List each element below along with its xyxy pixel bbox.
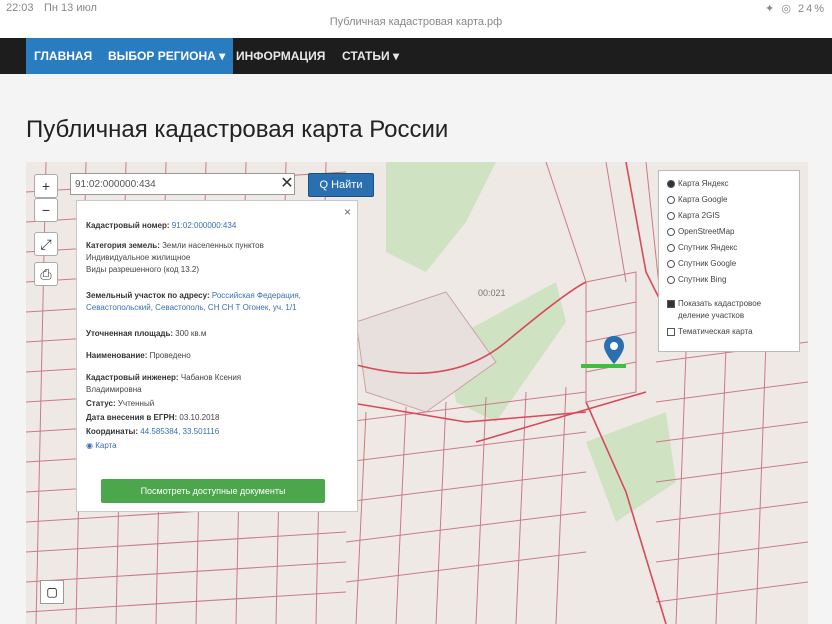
view-documents-button[interactable]: Посмотреть доступные документы [101, 479, 325, 503]
cadastral-value[interactable]: 91:02:000000:434 [172, 221, 237, 230]
layer-option[interactable]: Карта Яндекс [667, 179, 729, 193]
layer-switcher: Карта Яндекс Карта Google Карта 2GIS Ope… [658, 170, 800, 352]
owner-value: Проведено [149, 351, 191, 360]
print-icon[interactable]: ⎙ [34, 262, 58, 286]
zoom-out-button[interactable]: − [34, 198, 58, 222]
layer-option[interactable]: Спутник Яндекс [667, 243, 737, 257]
chevron-down-icon: ▾ [392, 49, 399, 63]
fullscreen-icon[interactable]: ▢ [40, 580, 64, 604]
green-area [586, 412, 676, 522]
nav-info[interactable]: ИНФОРМАЦИЯ [236, 38, 325, 74]
layer-option[interactable]: OpenStreetMap [667, 227, 734, 241]
layer-option[interactable]: Карта 2GIS [667, 211, 720, 225]
area-label: 00:021 [478, 288, 506, 298]
date-label: Дата внесения в ЕГРН: [86, 413, 178, 422]
checkbox-icon [667, 327, 675, 336]
status-date: Пн 13 июл [44, 2, 97, 14]
radio-icon [667, 179, 675, 188]
category-value-2: Индивидуальное жилищное [86, 253, 191, 262]
nav-home[interactable]: ГЛАВНАЯ [26, 38, 101, 74]
status-time: 22:03 [6, 2, 34, 14]
category-value: Земли населенных пунктов [162, 241, 264, 250]
map-pin-icon: ◉ [86, 441, 93, 450]
show-cadastral-label-2: деление участков [678, 311, 745, 320]
engineer-label: Кадастровый инженер: [86, 373, 179, 382]
engineer-value-2: Владимировна [86, 385, 142, 394]
radio-icon [667, 243, 675, 252]
ruler-icon[interactable]: ⤢ [34, 232, 58, 256]
status-value: Учтенный [117, 399, 155, 408]
parcel-info-panel: × Кадастровый номер: 91:02:000000:434 Ка… [76, 200, 358, 512]
close-icon[interactable]: ✕ [276, 173, 298, 195]
address-bar[interactable]: Публичная кадастровая карта.рф [0, 16, 832, 28]
radio-icon [667, 275, 675, 284]
page-title: Публичная кадастровая карта России [26, 116, 449, 143]
status-label: Статус: [86, 399, 116, 408]
usage-value: Виды разрешенного (код 13.2) [86, 265, 200, 274]
address-label: Земельный участок по адресу: [86, 291, 210, 300]
top-navbar: ГЛАВНАЯ ВЫБОР РЕГИОНА ▾ ИНФОРМАЦИЯ СТАТЬ… [0, 38, 832, 74]
close-icon[interactable]: × [344, 205, 351, 219]
engineer-value: Чабанов Ксения [180, 373, 242, 382]
nav-articles[interactable]: СТАТЬИ ▾ [342, 38, 399, 74]
coords-label: Координаты: [86, 427, 139, 436]
search-button[interactable]: Q Найти [308, 173, 374, 197]
date-value: 03.10.2018 [179, 413, 220, 422]
green-area [386, 162, 496, 272]
category-label: Категория земель: [86, 241, 160, 250]
address-value[interactable]: Российская Федерация, [212, 291, 301, 300]
radio-icon [667, 227, 675, 236]
owner-label: Наименование: [86, 351, 148, 360]
radio-icon [667, 211, 675, 220]
radio-icon [667, 259, 675, 268]
thematic-map-checkbox[interactable]: Тематическая карта [667, 327, 753, 341]
coords-value[interactable]: 44.585384, 33.501116 [140, 427, 219, 436]
cadastral-search-input[interactable]: 91:02:000000:434 [70, 173, 295, 195]
zoom-in-button[interactable]: + [34, 174, 58, 198]
nav-region[interactable]: ВЫБОР РЕГИОНА ▾ [100, 38, 234, 74]
status-bar: 22:03 Пн 13 июл Публичная кадастровая ка… [0, 0, 832, 38]
system-icons: ✦ ◎ 24% [765, 3, 826, 15]
layer-option[interactable]: Карта Google [667, 195, 727, 209]
map-canvas[interactable]: + − ⤢ ⎙ 91:02:000000:434 ✕ Q Найти 00:02… [26, 162, 808, 624]
area-label: Уточненная площадь: [86, 329, 174, 338]
chevron-down-icon: ▾ [219, 49, 226, 63]
layer-option[interactable]: Спутник Google [667, 259, 736, 273]
map-link[interactable]: ◉ Карта [86, 441, 117, 450]
area-value: 300 кв.м [175, 329, 207, 338]
checkbox-icon [667, 299, 675, 308]
layer-option[interactable]: Спутник Bing [667, 275, 726, 289]
cadastral-label: Кадастровый номер: [86, 221, 170, 230]
radio-icon [667, 195, 675, 204]
address-value-2[interactable]: Севастопольский, Севастополь, СН СН Т Ог… [86, 303, 297, 312]
